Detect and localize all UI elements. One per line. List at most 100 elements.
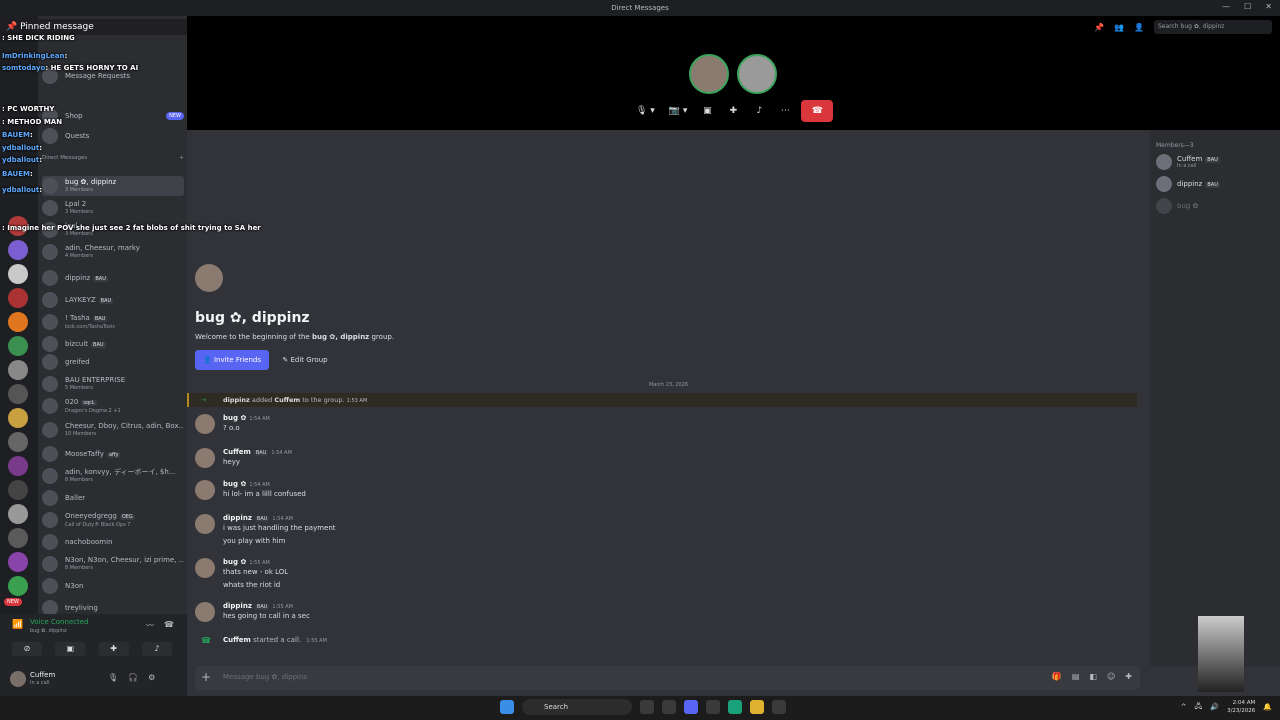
dm-item[interactable]: MooseTaffy affy — [42, 444, 184, 464]
server-icon[interactable] — [8, 528, 28, 548]
attach-icon[interactable]: + — [201, 670, 211, 684]
dm-item[interactable]: dippinz BAU — [42, 268, 184, 288]
discord-icon[interactable] — [684, 700, 698, 714]
avatar[interactable] — [195, 448, 215, 468]
message-author[interactable]: bug ✿ — [223, 414, 246, 422]
clock[interactable]: 2:04 AM 3/23/2026 — [1227, 699, 1255, 715]
message-composer[interactable]: + Message bug ✿, dippinz 🎁 ▤ ◧ ☺ ✚ — [195, 666, 1140, 690]
steam-icon[interactable] — [662, 700, 676, 714]
emoji-icon[interactable]: ☺ — [1107, 672, 1115, 681]
dm-item[interactable]: Baller — [42, 488, 184, 508]
activities-icon[interactable]: ✚ — [723, 100, 743, 122]
member-item[interactable]: bug ✿ — [1156, 198, 1198, 214]
headphones-icon[interactable]: 🎧 — [128, 673, 138, 682]
chrome-icon[interactable] — [772, 700, 786, 714]
member-item[interactable]: dippinz BAU — [1156, 176, 1220, 192]
activities-button[interactable]: ✚ — [98, 642, 129, 656]
folder-icon[interactable] — [750, 700, 764, 714]
server-icon[interactable] — [8, 360, 28, 380]
dm-item[interactable]: bizcuit BAU — [42, 334, 184, 354]
app-icon[interactable] — [728, 700, 742, 714]
volume-icon[interactable]: 🔊 — [1210, 703, 1219, 711]
tray-chevron-icon[interactable]: ^ — [1181, 703, 1187, 711]
dm-item[interactable]: lpal 3 Members — [42, 220, 184, 240]
message-author[interactable]: dippinz — [223, 514, 252, 522]
dm-item[interactable]: Oneeyedgregg OEG Call of Duty® Black Ops … — [42, 510, 184, 530]
server-icon[interactable] — [8, 312, 28, 332]
server-icon[interactable] — [8, 384, 28, 404]
taskbar-search[interactable]: Search — [522, 699, 632, 715]
call-participant-avatar[interactable] — [737, 54, 777, 94]
dm-item[interactable]: Cheesur, Dboy, Citrus, adin, Box... 10 M… — [42, 420, 184, 440]
minimize-button[interactable]: — — [1222, 2, 1230, 11]
server-icon[interactable] — [8, 480, 28, 500]
avatar[interactable] — [195, 480, 215, 500]
message-input[interactable]: Message bug ✿, dippinz — [223, 673, 307, 681]
dm-item[interactable]: nachoboomin — [42, 532, 184, 552]
dm-item[interactable]: bug ✿, dippinz 3 Members — [42, 176, 184, 196]
mic-icon[interactable]: 🎙 ▾ — [632, 100, 659, 122]
shop-link[interactable]: Shop NEW — [42, 106, 184, 126]
disconnect-icon[interactable]: ☎ — [164, 620, 174, 629]
message-author[interactable]: Cuffem — [223, 448, 251, 456]
dm-item[interactable]: adin, Cheesur, marky 4 Members — [42, 242, 184, 262]
server-icon[interactable] — [8, 216, 28, 236]
sticker-icon[interactable]: ◧ — [1089, 672, 1097, 681]
dm-item[interactable]: ! Tasha BAU kick.com/TashaToxic — [42, 312, 184, 332]
dm-item[interactable]: adin, konvyy, ディーボーイ, $h... 8 Members — [42, 466, 184, 486]
app-icon[interactable] — [706, 700, 720, 714]
dm-item[interactable]: LAYKEYZ BAU — [42, 290, 184, 310]
add-dm-icon[interactable]: + — [179, 155, 184, 161]
server-icon[interactable] — [8, 456, 28, 476]
server-icon[interactable] — [8, 576, 28, 596]
camera-icon[interactable]: 📷 ▾ — [665, 100, 692, 122]
avatar[interactable] — [10, 671, 26, 687]
quests-link[interactable]: Quests — [42, 126, 184, 146]
end-call-button[interactable]: ☎ — [801, 100, 834, 122]
invite-friends-button[interactable]: 👤 Invite Friends — [195, 350, 269, 370]
notification-icon[interactable]: 🔔 — [1263, 703, 1272, 711]
microphone-icon[interactable]: 🎙 — [108, 673, 118, 682]
server-icon[interactable] — [8, 264, 28, 284]
dm-item[interactable]: N3on, N3on, Cheesur, izi prime, ... 8 Me… — [42, 554, 184, 574]
gift-icon[interactable]: 🎁 — [1052, 672, 1062, 681]
dm-item[interactable]: greifed — [42, 352, 184, 372]
members-icon[interactable]: 👤 — [1134, 23, 1144, 32]
member-item[interactable]: Cuffem BAU In a call — [1156, 154, 1220, 170]
avatar[interactable] — [195, 514, 215, 534]
pin-icon[interactable]: 📌 — [1094, 23, 1104, 32]
network-icon[interactable]: 🖧 — [1195, 702, 1203, 713]
server-icon[interactable] — [8, 336, 28, 356]
close-button[interactable]: ✕ — [1265, 2, 1272, 11]
message-author[interactable]: bug ✿ — [223, 558, 246, 566]
voice-channel[interactable]: bug ✿, dippinz — [30, 628, 67, 634]
apps-icon[interactable]: ✚ — [1125, 672, 1132, 681]
avatar[interactable] — [195, 414, 215, 434]
dm-item[interactable]: BAU ENTERPRISE 5 Members — [42, 374, 184, 394]
dm-item[interactable]: Lpal 2 3 Members — [42, 198, 184, 218]
avatar[interactable] — [195, 602, 215, 622]
windows-start-icon[interactable] — [500, 700, 514, 714]
server-icon[interactable] — [8, 432, 28, 452]
server-icon[interactable] — [8, 552, 28, 572]
server-icon[interactable] — [8, 408, 28, 428]
noise-suppression-icon[interactable]: 〰 — [146, 620, 154, 631]
dm-item[interactable]: N3on — [42, 576, 184, 596]
message-author[interactable]: bug ✿ — [223, 480, 246, 488]
gif-icon[interactable]: ▤ — [1072, 672, 1080, 681]
maximize-button[interactable]: ☐ — [1244, 2, 1251, 11]
screen-share-icon[interactable]: ▣ — [697, 100, 717, 122]
server-icon[interactable] — [8, 504, 28, 524]
message-author[interactable]: dippinz — [223, 602, 252, 610]
message-requests-link[interactable]: Message Requests — [42, 66, 184, 86]
edit-group-button[interactable]: ✎ Edit Group — [275, 350, 335, 370]
gear-icon[interactable]: ⚙ — [148, 673, 155, 682]
soundboard-button[interactable]: ♪ — [141, 642, 172, 656]
search-input[interactable]: Search bug ✿, dippinz — [1154, 20, 1272, 34]
server-icon[interactable] — [8, 240, 28, 260]
more-icon[interactable]: ⋯ — [775, 100, 795, 122]
soundboard-icon[interactable]: ♪ — [749, 100, 769, 122]
chrome-icon[interactable] — [640, 700, 654, 714]
dm-item[interactable]: 020 sqcL Dragon's Dogma 2 +1 — [42, 396, 184, 416]
avatar[interactable] — [195, 558, 215, 578]
